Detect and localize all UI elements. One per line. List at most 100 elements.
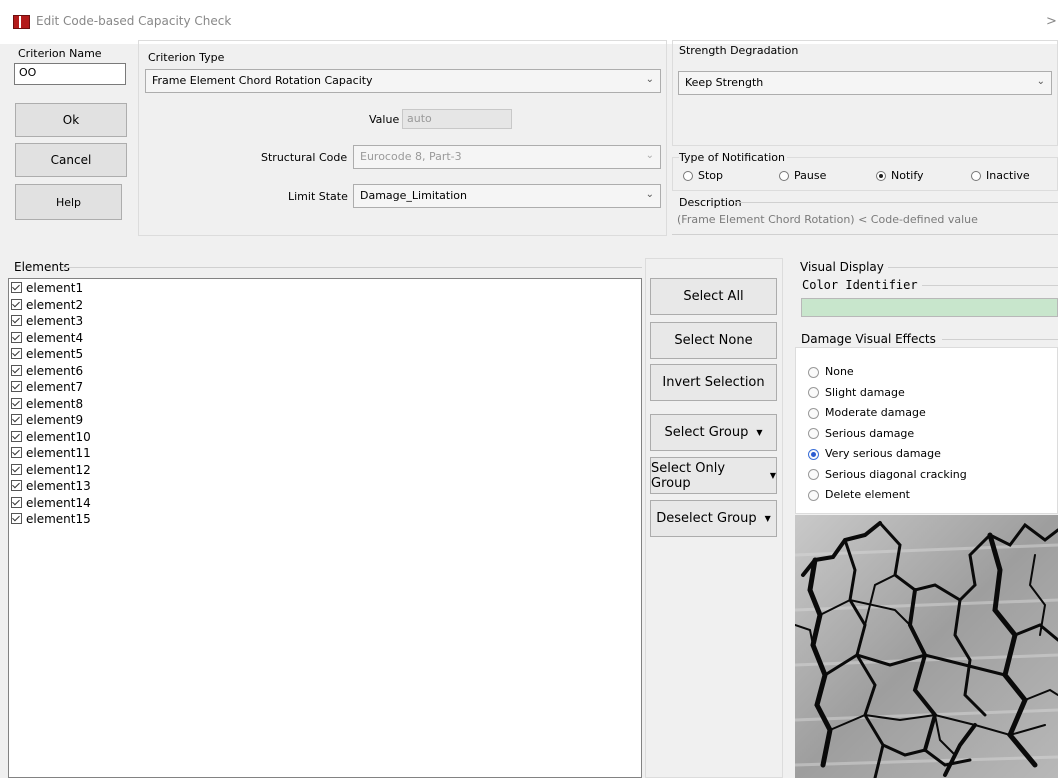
checkbox-checked-icon[interactable] — [11, 364, 22, 376]
checkbox-checked-icon[interactable] — [11, 315, 22, 326]
element-list-item[interactable]: element12 — [9, 462, 641, 479]
caret-down-icon: ▼ — [756, 428, 763, 437]
damage-option-radio[interactable]: Slight damage — [808, 386, 1057, 407]
radio-icon — [971, 171, 981, 181]
notification-label: Type of Notification — [679, 151, 787, 164]
radio-label: Stop — [698, 169, 724, 182]
checkbox-checked-icon[interactable] — [11, 282, 22, 293]
element-label: element11 — [26, 446, 91, 460]
element-list-item[interactable]: element7 — [9, 379, 641, 396]
limit-state-dropdown[interactable]: Damage_Limitation ⌄ — [353, 184, 661, 208]
checkbox-checked-icon[interactable] — [11, 430, 22, 442]
damage-option-label: Serious diagonal cracking — [825, 467, 967, 481]
checkbox-checked-icon[interactable] — [11, 381, 22, 392]
visual-display-divider — [888, 267, 1058, 268]
chevron-down-icon: ⌄ — [645, 150, 654, 161]
damage-option-radio[interactable]: Moderate damage — [808, 406, 1057, 427]
damage-option-label: Delete element — [825, 488, 910, 501]
notify-pause-radio[interactable]: Pause — [779, 169, 826, 182]
criterion-type-label: Criterion Type — [148, 51, 225, 64]
element-list-item[interactable]: element11 — [9, 445, 641, 462]
damage-options-panel: None Slight damage Moderate damage Serious … — [795, 347, 1058, 514]
help-button[interactable]: Help — [15, 184, 122, 220]
radio-icon — [808, 469, 819, 480]
element-label: element1 — [26, 281, 84, 295]
checkbox-checked-icon[interactable] — [11, 348, 22, 359]
damage-option-label: None — [825, 365, 854, 378]
close-icon[interactable]: > — [1046, 14, 1057, 29]
radio-selected-icon — [876, 171, 886, 181]
element-list-item[interactable]: element8 — [9, 396, 641, 413]
radio-selected-icon — [808, 448, 819, 460]
select-group-button[interactable]: Select Group ▼ — [650, 414, 777, 451]
value-field[interactable]: auto — [402, 109, 512, 129]
element-list-item[interactable]: element14 — [9, 495, 641, 512]
radio-icon — [808, 366, 819, 378]
element-list-item[interactable]: element10 — [9, 429, 641, 446]
visual-display-label: Visual Display — [800, 260, 884, 274]
damage-option-radio[interactable]: Serious damage — [808, 427, 1057, 448]
element-list-item[interactable]: element5 — [9, 346, 641, 363]
checkbox-checked-icon[interactable] — [11, 447, 22, 458]
checkbox-checked-icon[interactable] — [11, 496, 22, 508]
radio-icon — [808, 489, 819, 501]
element-list-item[interactable]: element9 — [9, 412, 641, 429]
select-only-group-button[interactable]: Select Only Group ▼ — [650, 457, 777, 494]
checkbox-checked-icon[interactable] — [11, 513, 22, 524]
notify-notify-radio[interactable]: Notify — [876, 169, 924, 182]
select-group-label: Select Group — [664, 425, 749, 440]
element-label: element12 — [26, 462, 91, 477]
damage-option-label: Serious damage — [825, 426, 915, 440]
checkbox-checked-icon[interactable] — [11, 463, 22, 475]
radio-label: Pause — [794, 169, 827, 182]
element-list-item[interactable]: element1 — [9, 280, 641, 297]
chevron-down-icon: ⌄ — [645, 74, 654, 85]
damage-visual-effects-label: Damage Visual Effects — [801, 332, 936, 346]
damage-option-radio[interactable]: Very serious damage — [808, 447, 1057, 468]
cancel-button[interactable]: Cancel — [15, 143, 127, 177]
color-identifier-swatch[interactable] — [801, 298, 1058, 317]
damage-option-radio[interactable]: Delete element — [808, 488, 1057, 509]
deselect-group-button[interactable]: Deselect Group ▼ — [650, 500, 777, 537]
checkbox-checked-icon[interactable] — [11, 298, 22, 310]
select-none-button[interactable]: Select None — [650, 322, 777, 359]
elements-divider — [62, 267, 642, 268]
damage-option-label: Very serious damage — [825, 447, 941, 460]
notify-inactive-radio[interactable]: Inactive — [971, 169, 1030, 182]
element-label: element5 — [26, 347, 84, 361]
element-list-item[interactable]: element3 — [9, 313, 641, 330]
elements-list[interactable]: element1 element2 element3 element4 element5… — [8, 278, 642, 778]
checkbox-checked-icon[interactable] — [11, 331, 22, 343]
structural-code-label: Structural Code — [261, 151, 348, 164]
element-list-item[interactable]: element2 — [9, 297, 641, 314]
checkbox-checked-icon[interactable] — [11, 480, 22, 491]
description-bottom-divider — [672, 234, 1058, 235]
caret-down-icon: ▼ — [769, 471, 776, 480]
damage-option-radio[interactable]: None — [808, 365, 1057, 386]
criterion-type-dropdown[interactable]: Frame Element Chord Rotation Capacity ⌄ — [145, 69, 661, 93]
notify-stop-radio[interactable]: Stop — [683, 169, 723, 182]
chevron-down-icon: ⌄ — [645, 189, 654, 200]
checkbox-checked-icon[interactable] — [11, 397, 22, 409]
element-list-item[interactable]: element13 — [9, 478, 641, 495]
strength-degradation-dropdown[interactable]: Keep Strength ⌄ — [678, 71, 1052, 95]
element-label: element7 — [26, 380, 84, 394]
description-label: Description — [679, 196, 742, 209]
invert-selection-button[interactable]: Invert Selection — [650, 364, 777, 401]
element-list-item[interactable]: element6 — [9, 363, 641, 380]
strength-degradation-label: Strength Degradation — [679, 44, 802, 57]
radio-icon — [808, 428, 819, 439]
damage-option-radio[interactable]: Serious diagonal cracking — [808, 468, 1057, 489]
element-label: element2 — [26, 297, 84, 312]
deselect-group-label: Deselect Group — [656, 511, 757, 526]
criterion-name-input[interactable]: OO — [14, 63, 126, 85]
ok-button[interactable]: Ok — [15, 103, 127, 137]
element-list-item[interactable]: element15 — [9, 511, 641, 528]
structural-code-dropdown[interactable]: Eurocode 8, Part-3 ⌄ — [353, 145, 661, 169]
damage-option-label: Moderate damage — [825, 406, 926, 419]
element-label: element15 — [26, 512, 91, 526]
element-list-item[interactable]: element4 — [9, 330, 641, 347]
select-all-button[interactable]: Select All — [650, 278, 777, 315]
app-icon — [13, 15, 30, 29]
checkbox-checked-icon[interactable] — [11, 414, 22, 425]
